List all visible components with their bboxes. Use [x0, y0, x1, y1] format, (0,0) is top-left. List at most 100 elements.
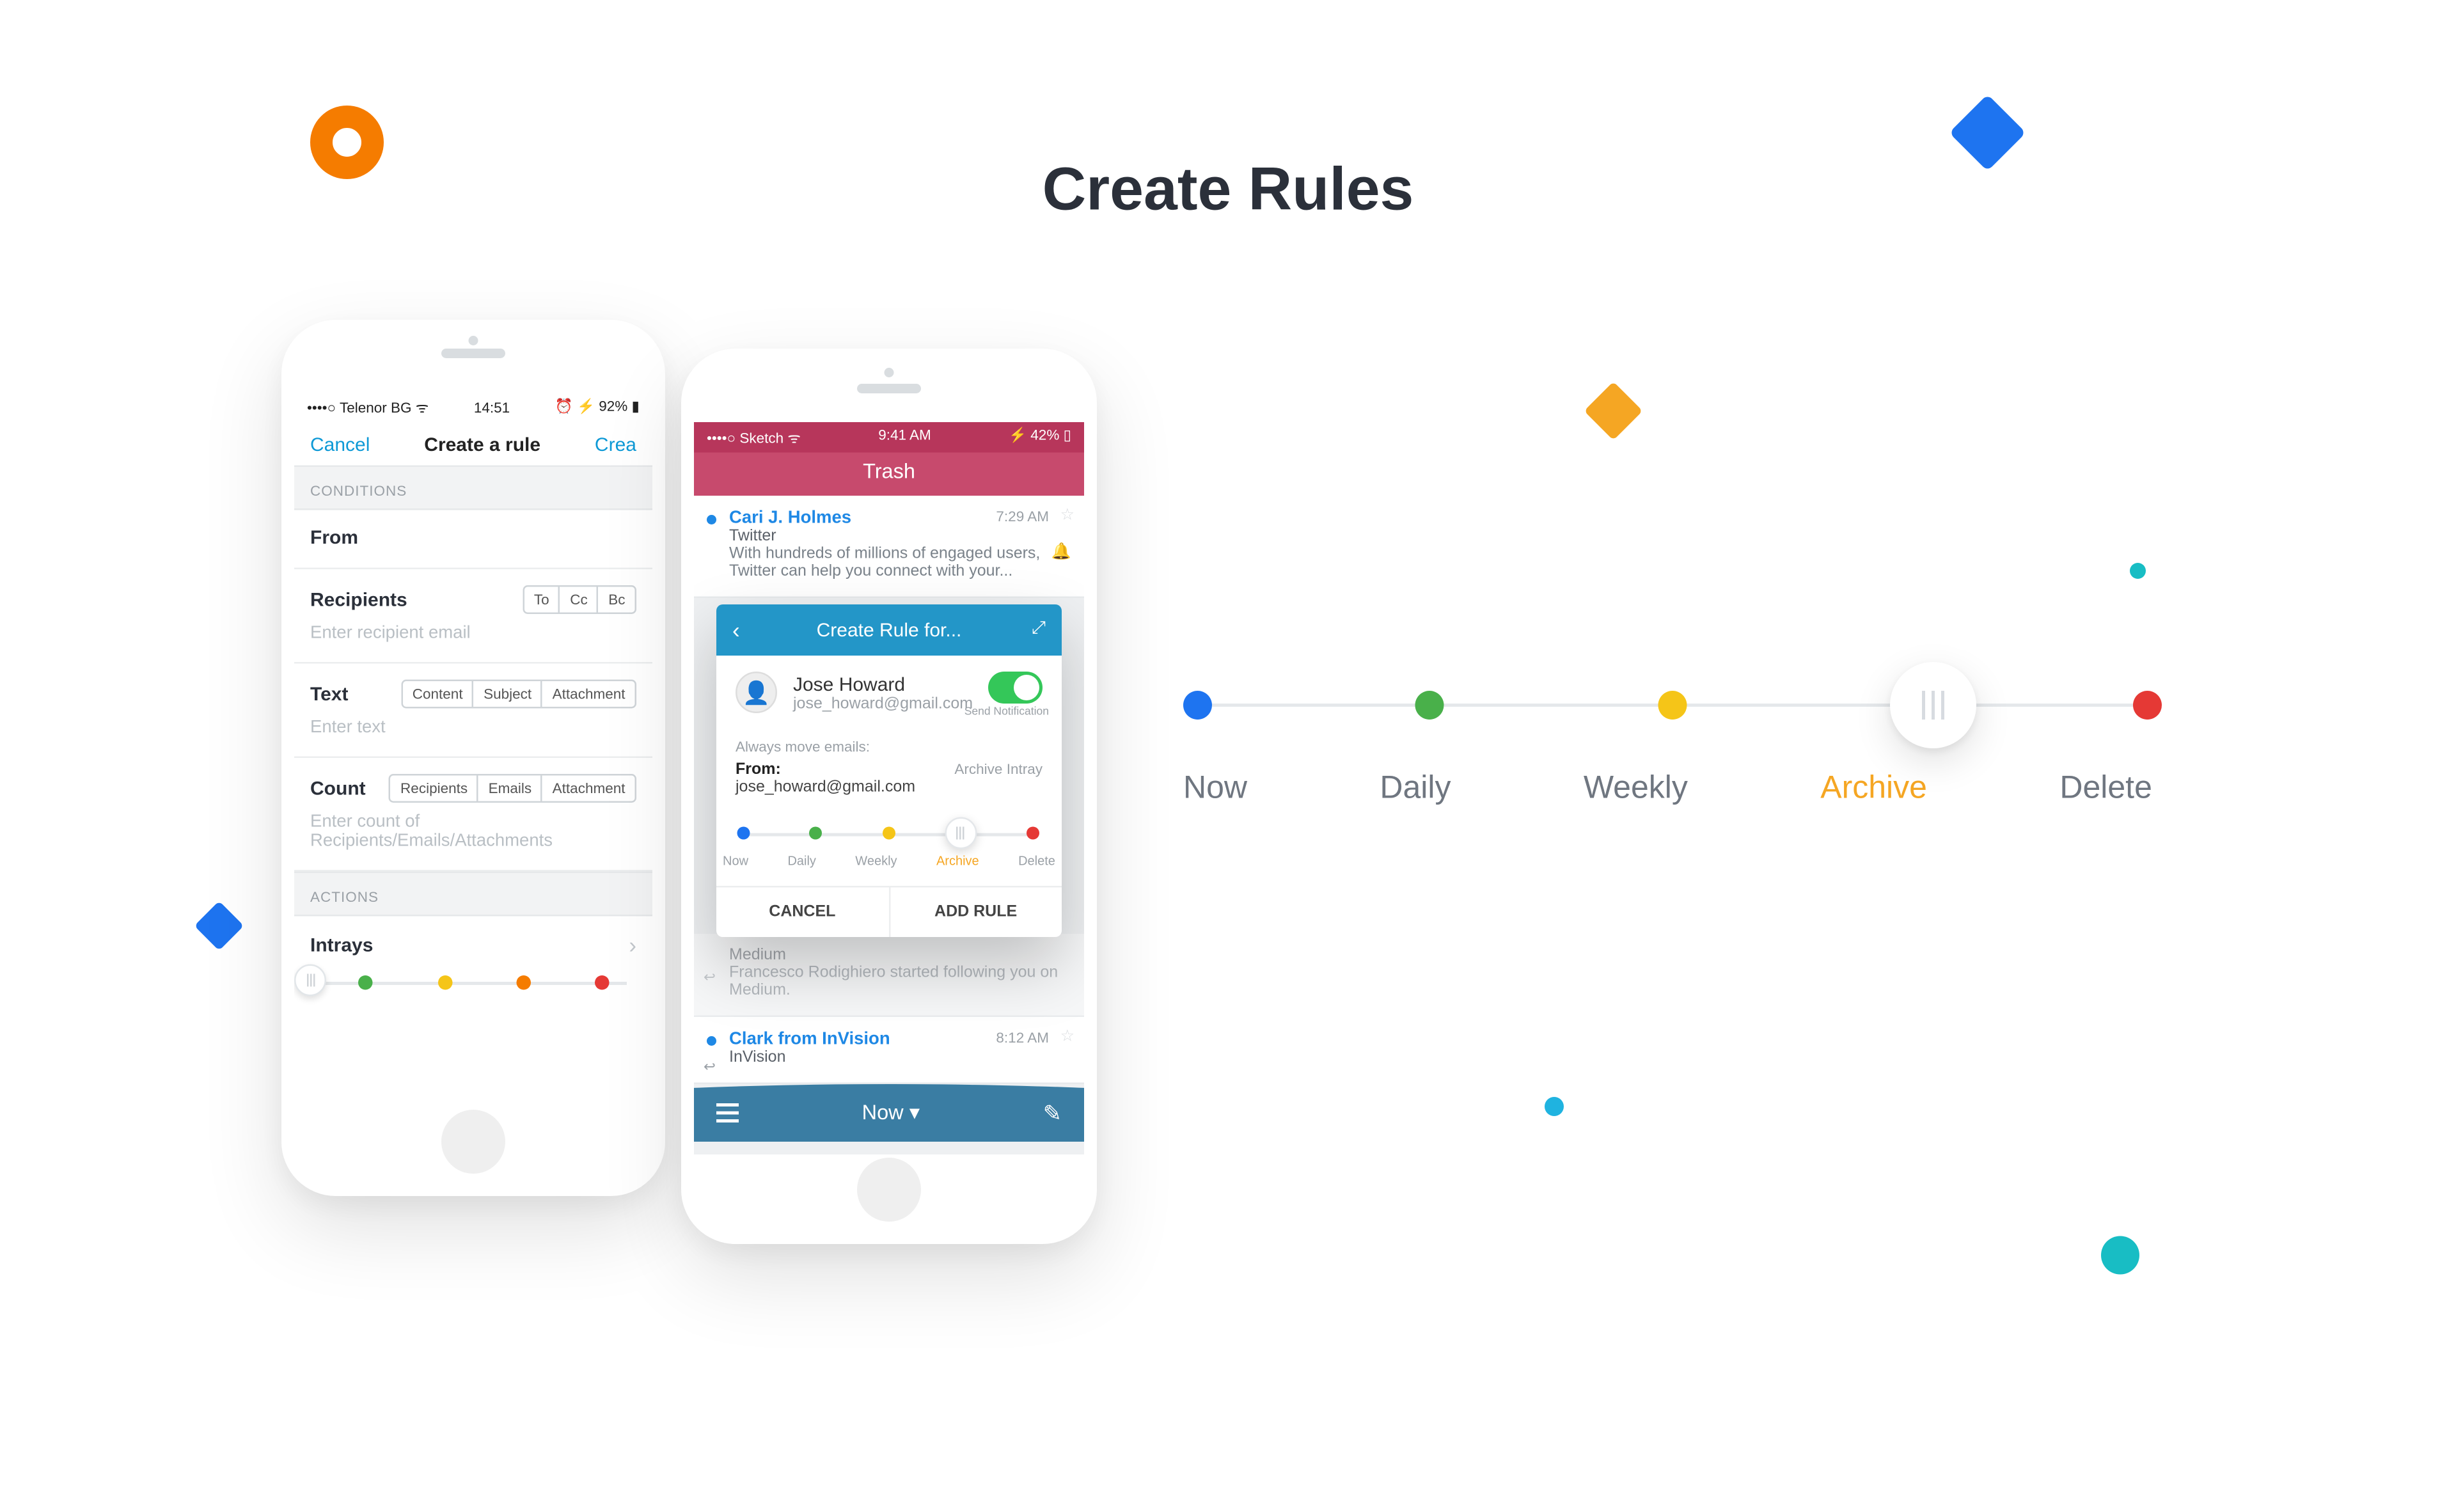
email-time: 8:12 AM — [996, 1030, 1049, 1046]
unread-dot-icon — [707, 515, 716, 524]
section-label: Always move emails: — [736, 739, 1043, 755]
phone-camera-icon — [885, 368, 894, 377]
from-field[interactable]: From — [294, 510, 652, 570]
seg-to[interactable]: To — [524, 587, 560, 613]
modal-actions: CANCEL ADD RULE — [716, 886, 1062, 937]
text-input[interactable]: Enter text — [310, 718, 636, 737]
slider-handle[interactable] — [294, 965, 326, 996]
user-name: Jose Howard — [793, 672, 973, 695]
reply-icon: ↩︎ — [704, 1059, 716, 1076]
cancel-button[interactable]: Cancel — [310, 434, 370, 456]
slider-labels: Now Daily Weekly Archive Delete — [716, 854, 1062, 869]
page-title: Create Rules — [0, 157, 2456, 226]
menu-icon[interactable] — [716, 1103, 739, 1122]
star-icon[interactable]: ☆ — [1060, 507, 1074, 525]
modal-title: Create Rule for... — [817, 619, 962, 642]
home-button[interactable] — [857, 1158, 921, 1222]
email-item[interactable]: ↩︎ Medium Francesco Rodighiero started f… — [694, 934, 1084, 1017]
status-battery: ⚡ 42% ▯ — [1009, 427, 1071, 448]
dot-cyan-icon — [1545, 1097, 1564, 1116]
create-rule-modal: ‹ Create Rule for... ⤢ 👤 Jose Howard jos… — [716, 604, 1062, 937]
bottom-bar: Now ▾ ✎ — [694, 1084, 1084, 1142]
star-icon[interactable]: ☆ — [1060, 1028, 1074, 1046]
user-email: jose_howard@gmail.com — [793, 695, 973, 713]
seg-emails[interactable]: Emails — [479, 776, 543, 801]
intrays-row[interactable]: Intrays › — [294, 917, 652, 965]
count-field: Count Recipients Emails Attachment Enter… — [294, 758, 652, 872]
dot-teal-large-icon — [2101, 1236, 2139, 1275]
archive-intray-link[interactable]: Archive Intray — [954, 761, 1043, 777]
from-label: From — [310, 526, 358, 549]
home-button[interactable] — [441, 1110, 505, 1174]
diamond-yellow-icon — [1584, 382, 1643, 441]
text-segmented[interactable]: Content Subject Attachment — [401, 680, 636, 709]
seg-cc[interactable]: Cc — [560, 587, 599, 613]
modal-add-rule-button[interactable]: ADD RULE — [890, 888, 1062, 938]
back-icon[interactable]: ‹ — [732, 617, 740, 643]
slider-handle[interactable] — [944, 817, 976, 849]
label-weekly: Weekly — [1584, 771, 1688, 808]
nav-title: Create a rule — [424, 434, 540, 456]
avatar: 👤 — [736, 672, 777, 713]
slider-dot-green — [359, 975, 374, 990]
email-preview: Francesco Rodighiero started following y… — [729, 965, 1068, 1000]
reply-icon: ↩︎ — [704, 969, 716, 987]
seg-recipients[interactable]: Recipients — [391, 776, 479, 801]
phone-speaker-icon — [857, 384, 921, 393]
status-bar: ••••○ Sketch ᯤ 9:41 AM ⚡ 42% ▯ — [694, 422, 1084, 453]
bottom-label[interactable]: Now ▾ — [862, 1100, 920, 1126]
modal-user-row: 👤 Jose Howard jose_howard@gmail.com Send… — [716, 656, 1062, 729]
unread-dot-icon — [707, 1036, 716, 1046]
intrays-label: Intrays — [310, 934, 373, 956]
slider-dot-now — [737, 827, 750, 840]
status-time: 14:51 — [474, 399, 510, 415]
conditions-header: CONDITIONS — [294, 466, 652, 510]
status-battery: ⏰ ⚡ 92% ▮ — [555, 398, 640, 416]
email-subject: InVision — [729, 1049, 1068, 1067]
seg-attachment[interactable]: Attachment — [543, 681, 635, 707]
text-label: Text — [310, 683, 348, 705]
node-daily[interactable] — [1416, 691, 1445, 720]
phone-trash: ••••○ Sketch ᯤ 9:41 AM ⚡ 42% ▯ Trash Car… — [681, 349, 1097, 1244]
recipients-input[interactable]: Enter recipient email — [310, 624, 636, 643]
chevron-down-icon: ▾ — [909, 1100, 920, 1124]
modal-section: Always move emails: Archive Intray From:… — [716, 729, 1062, 812]
slider-dot-orange — [516, 975, 531, 990]
node-delete[interactable] — [2133, 691, 2162, 720]
email-subject: Medium — [729, 947, 1068, 965]
email-item[interactable]: ↩︎ Clark from InVision 8:12 AM ☆ InVisio… — [694, 1017, 1084, 1084]
seg-attachments[interactable]: Attachment — [543, 776, 635, 801]
slider-dot-delete — [1027, 827, 1040, 840]
status-bar: ••••○ Telenor BG ᯤ 14:51 ⏰ ⚡ 92% ▮ — [294, 390, 652, 424]
large-frequency-slider[interactable]: Now Daily Weekly Archive Delete — [1183, 704, 2152, 808]
status-carrier: ••••○ Telenor BG ᯤ — [307, 397, 429, 418]
status-carrier: ••••○ Sketch ᯤ — [707, 427, 801, 448]
count-segmented[interactable]: Recipients Emails Attachment — [390, 774, 636, 803]
node-now[interactable] — [1183, 691, 1212, 720]
email-preview: With hundreds of millions of engaged use… — [729, 546, 1068, 581]
intrays-slider[interactable] — [294, 965, 652, 1003]
label-now: Now — [1183, 771, 1247, 808]
count-input[interactable]: Enter count of Recipients/Emails/Attachm… — [310, 812, 636, 851]
slider-dot-yellow — [437, 975, 452, 990]
seg-content[interactable]: Content — [403, 681, 474, 707]
screen-title: Trash — [694, 453, 1084, 496]
notification-toggle[interactable] — [988, 672, 1043, 704]
text-field: Text Content Subject Attachment Enter te… — [294, 664, 652, 759]
compose-icon[interactable]: ✎ — [1043, 1099, 1062, 1127]
count-label: Count — [310, 777, 366, 799]
create-button[interactable]: Crea — [595, 434, 636, 456]
seg-bcc[interactable]: Bc — [599, 587, 634, 613]
label-archive: Archive — [1820, 771, 1927, 808]
seg-subject[interactable]: Subject — [474, 681, 543, 707]
frequency-slider[interactable]: Now Daily Weekly Archive Delete — [716, 812, 1062, 886]
recipients-segmented[interactable]: To Cc Bc — [523, 585, 636, 614]
phone-create-rule: ••••○ Telenor BG ᯤ 14:51 ⏰ ⚡ 92% ▮ Cance… — [281, 320, 665, 1196]
modal-cancel-button[interactable]: CANCEL — [716, 888, 890, 938]
node-weekly[interactable] — [1658, 691, 1687, 720]
slider-dot-weekly — [882, 827, 895, 840]
slider-handle[interactable] — [1891, 662, 1977, 748]
email-item[interactable]: Cari J. Holmes 7:29 AM ☆ Twitter 🔔 With … — [694, 496, 1084, 598]
expand-icon[interactable]: ⤢ — [1032, 619, 1046, 640]
actions-header: ACTIONS — [294, 872, 652, 917]
